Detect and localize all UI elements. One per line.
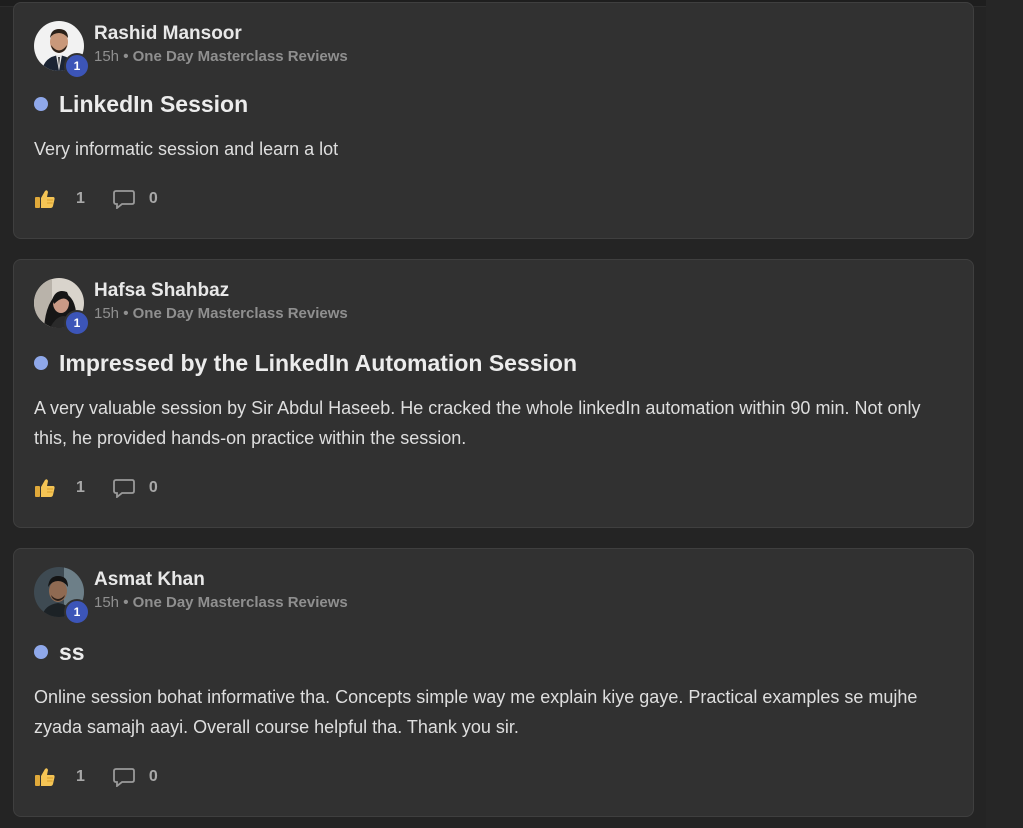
post-actions: 1 0 <box>34 767 158 787</box>
avatar[interactable]: 1 <box>34 21 90 79</box>
post-title-row[interactable]: ss <box>34 638 85 666</box>
post-time: 15h <box>94 48 120 65</box>
post-title-row[interactable]: LinkedIn Session <box>34 90 248 118</box>
post-title[interactable]: Impressed by the LinkedIn Automation Ses… <box>59 349 577 377</box>
comment-bubble-icon <box>113 768 135 787</box>
post-title[interactable]: ss <box>59 638 85 666</box>
post-card[interactable]: 1 Asmat Khan 15h • One Day Masterclass R… <box>13 548 974 817</box>
thumbs-up-icon <box>35 190 55 208</box>
post-actions: 1 0 <box>34 478 158 498</box>
like-button[interactable]: 1 <box>34 189 85 209</box>
avatar[interactable]: 1 <box>34 278 90 336</box>
post-body: Online session bohat informative tha. Co… <box>34 687 918 737</box>
post-meta: 15h • One Day Masterclass Reviews <box>94 48 348 66</box>
unread-dot <box>34 356 48 370</box>
level-badge: 1 <box>64 599 90 625</box>
post-category[interactable]: One Day Masterclass Reviews <box>133 305 348 322</box>
thumbs-up-icon <box>35 768 55 786</box>
post-meta: 15h • One Day Masterclass Reviews <box>94 305 348 323</box>
comment-count: 0 <box>148 479 158 496</box>
right-gutter <box>986 0 1023 828</box>
like-button[interactable]: 1 <box>34 767 85 787</box>
unread-dot <box>34 645 48 659</box>
meta-separator: • <box>123 305 129 322</box>
post-body: Very informatic session and learn a lot <box>34 139 339 159</box>
avatar[interactable]: 1 <box>34 567 90 625</box>
author-name[interactable]: Rashid Mansoor <box>94 23 348 45</box>
post-author-row: 1 Hafsa Shahbaz 15h • One Day Masterclas… <box>34 278 348 336</box>
like-button[interactable]: 1 <box>34 478 85 498</box>
meta-separator: • <box>123 48 129 65</box>
comment-button[interactable]: 0 <box>113 478 158 498</box>
post-title[interactable]: LinkedIn Session <box>59 90 248 118</box>
post-card[interactable]: 1 Hafsa Shahbaz 15h • One Day Masterclas… <box>13 259 974 528</box>
post-actions: 1 0 <box>34 189 158 209</box>
author-name[interactable]: Hafsa Shahbaz <box>94 280 348 302</box>
post-time: 15h <box>94 594 120 611</box>
level-badge: 1 <box>64 53 90 79</box>
comment-button[interactable]: 0 <box>113 189 158 209</box>
level-badge: 1 <box>64 310 90 336</box>
author-name[interactable]: Asmat Khan <box>94 569 348 591</box>
post-card[interactable]: 1 Rashid Mansoor 15h • One Day Mastercla… <box>13 2 974 239</box>
comment-bubble-icon <box>113 190 135 209</box>
unread-dot <box>34 97 48 111</box>
post-author-row: 1 Rashid Mansoor 15h • One Day Mastercla… <box>34 21 348 79</box>
like-count: 1 <box>76 190 85 207</box>
comment-count: 0 <box>148 768 158 785</box>
post-meta: 15h • One Day Masterclass Reviews <box>94 594 348 612</box>
comment-count: 0 <box>148 190 158 207</box>
comment-bubble-icon <box>113 479 135 498</box>
comment-button[interactable]: 0 <box>113 767 158 787</box>
like-count: 1 <box>76 768 85 785</box>
post-category[interactable]: One Day Masterclass Reviews <box>133 594 348 611</box>
like-count: 1 <box>76 479 85 496</box>
thumbs-up-icon <box>35 479 55 497</box>
post-time: 15h <box>94 305 120 322</box>
meta-separator: • <box>123 594 129 611</box>
post-body: A very valuable session by Sir Abdul Has… <box>34 398 921 448</box>
post-category[interactable]: One Day Masterclass Reviews <box>133 48 348 65</box>
post-author-row: 1 Asmat Khan 15h • One Day Masterclass R… <box>34 567 348 625</box>
post-title-row[interactable]: Impressed by the LinkedIn Automation Ses… <box>34 349 577 377</box>
